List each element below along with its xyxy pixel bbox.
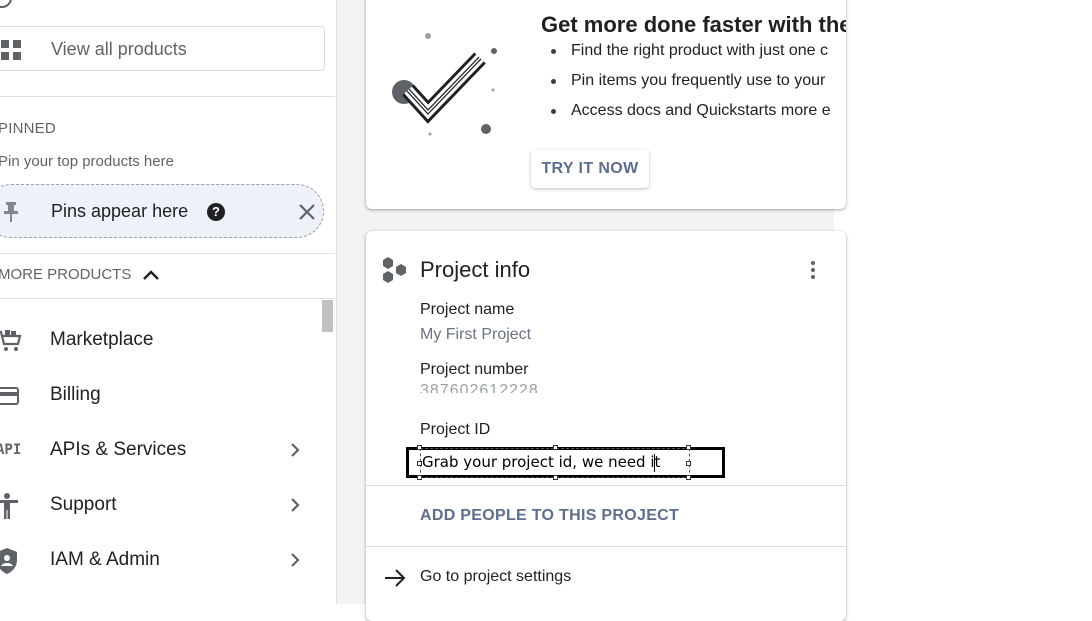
promo-bullet-list: Find the right product with just one c P… (551, 42, 831, 132)
project-info-card: Project info Project name My First Proje… (366, 231, 846, 621)
try-it-now-button[interactable]: TRY IT NOW (531, 150, 649, 188)
clock-icon[interactable] (0, 0, 12, 8)
promo-title: Get more done faster with the (541, 12, 846, 37)
project-name-label: Project name (420, 301, 515, 318)
annotation-callout-box[interactable]: Grab your project id, we need it (406, 445, 725, 480)
resize-handle[interactable] (686, 461, 691, 466)
chevron-right-icon (291, 443, 300, 457)
chevron-up-icon[interactable] (142, 266, 160, 284)
resize-handle[interactable] (417, 475, 422, 480)
help-icon[interactable]: ? (207, 203, 225, 221)
pins-chip-label: Pins appear here (51, 201, 189, 221)
sidebar-item-marketplace[interactable]: Marketplace (0, 316, 320, 366)
sidebar-item-billing[interactable]: Billing (0, 371, 320, 421)
view-all-products-button[interactable]: View all products (0, 26, 325, 71)
sidebar-item-label: IAM & Admin (50, 549, 160, 570)
resize-handle[interactable] (686, 475, 691, 480)
sidebar-item-label: Billing (50, 384, 101, 405)
shield-icon (0, 548, 17, 574)
grid-icon (1, 40, 21, 60)
more-products-toggle[interactable]: MORE PRODUCTS (0, 266, 131, 283)
project-id-label: Project ID (420, 421, 491, 438)
resize-handle[interactable] (417, 445, 422, 450)
hexagons-icon (383, 257, 406, 283)
pins-placeholder-chip: Pins appear here ? (0, 184, 324, 238)
pinned-section-title: PINNED (0, 120, 56, 137)
annotation-text[interactable]: Grab your project id, we need it (422, 453, 660, 471)
more-vert-icon[interactable] (810, 261, 816, 281)
cart-icon (0, 330, 22, 351)
chevron-right-icon (291, 498, 300, 512)
project-number-value: 387602612228 (420, 382, 539, 393)
pinned-hint: Pin your top products here (0, 153, 174, 170)
sidebar-item-apis-services[interactable]: API APIs & Services (0, 426, 320, 476)
arrow-right-icon (385, 569, 406, 587)
credit-card-icon (0, 387, 19, 405)
divider (0, 96, 335, 97)
promo-card: Get more done faster with the Find the r… (366, 0, 846, 209)
resize-handle[interactable] (553, 475, 558, 480)
promo-bullet: Access docs and Quickstarts more e (551, 102, 831, 132)
project-number-label: Project number (420, 361, 529, 378)
close-icon[interactable] (296, 201, 318, 223)
chevron-right-icon (291, 553, 300, 567)
text-caret (654, 454, 655, 472)
checkmark-illustration-icon (392, 33, 497, 136)
scrollbar-thumb[interactable] (322, 300, 333, 332)
add-people-link[interactable]: ADD PEOPLE TO THIS PROJECT (420, 507, 679, 525)
sidebar-item-label: Support (50, 494, 117, 515)
go-to-project-settings-link[interactable]: Go to project settings (420, 568, 571, 586)
promo-bullet: Pin items you frequently use to your (551, 72, 831, 102)
pin-icon (4, 202, 18, 222)
divider (366, 485, 846, 486)
support-icon (0, 493, 18, 519)
divider (0, 298, 335, 299)
sidebar-item-label: APIs & Services (50, 439, 187, 460)
view-all-products-label: View all products (51, 39, 187, 59)
project-name-value: My First Project (420, 326, 532, 343)
api-icon: API (0, 442, 22, 458)
sidebar-item-iam-admin[interactable]: IAM & Admin (0, 536, 320, 586)
divider (366, 546, 846, 547)
navigation-sidebar: View all products PINNED Pin your top pr… (0, 0, 337, 604)
promo-bullet: Find the right product with just one c (551, 42, 831, 72)
resize-handle[interactable] (553, 445, 558, 450)
resize-handle[interactable] (686, 445, 691, 450)
divider (0, 253, 335, 254)
sidebar-item-support[interactable]: Support (0, 481, 320, 531)
project-info-title: Project info (420, 257, 531, 282)
sidebar-item-label: Marketplace (50, 329, 154, 350)
